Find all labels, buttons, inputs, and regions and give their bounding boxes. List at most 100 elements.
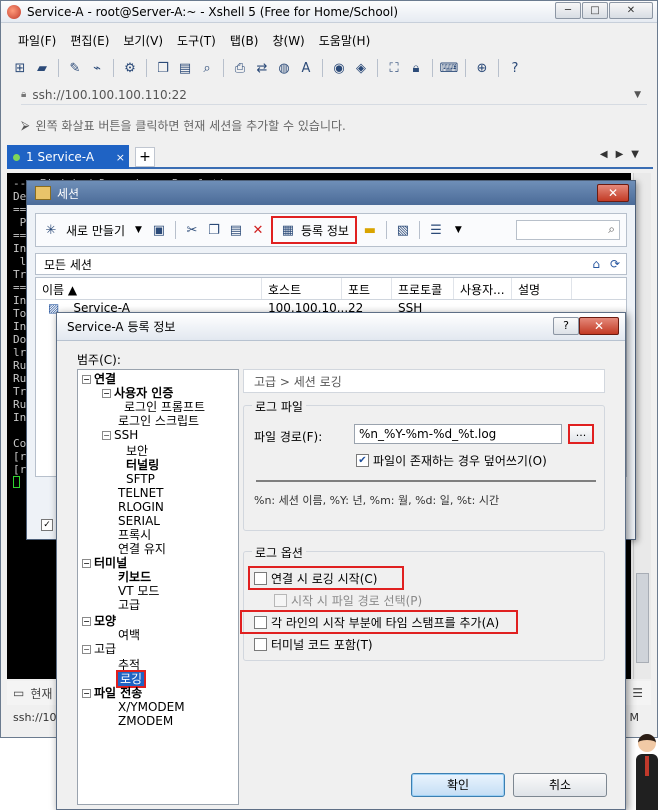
collapse-icon[interactable]: − xyxy=(82,559,91,568)
col-protocol[interactable]: 프로토콜 xyxy=(392,278,454,299)
browse-button[interactable]: ... xyxy=(568,424,594,444)
collapse-icon[interactable]: − xyxy=(102,431,111,440)
print-icon[interactable]: ⎙ xyxy=(231,59,249,77)
session-search-input[interactable]: ⌕ xyxy=(516,220,620,240)
connect-icon[interactable]: ✎ xyxy=(66,59,84,77)
script-icon[interactable]: ◈ xyxy=(352,59,370,77)
tree-item[interactable]: − 연결 xyxy=(82,372,116,386)
tree-item[interactable]: 키보드 xyxy=(118,570,151,584)
help-button[interactable]: ? xyxy=(553,317,579,335)
save-icon[interactable]: ▣ xyxy=(150,221,168,239)
menu-tools[interactable]: 도구(T) xyxy=(170,29,223,51)
tree-item[interactable]: SERIAL xyxy=(118,514,160,528)
properties-icon[interactable]: ⚙ xyxy=(121,59,139,77)
tree-item[interactable]: − 파일 전송 xyxy=(82,686,142,700)
collapse-icon[interactable]: − xyxy=(82,617,91,626)
tree-item-logging[interactable]: 로깅 xyxy=(115,670,147,688)
open-folder-icon[interactable]: ▰ xyxy=(33,59,51,77)
menu-edit[interactable]: 편집(E) xyxy=(63,29,116,51)
properties-close-button[interactable]: ✕ xyxy=(579,317,619,335)
tree-item[interactable]: 프록시 xyxy=(118,528,151,542)
globe-icon[interactable]: ◍ xyxy=(275,59,293,77)
tab-navigation[interactable]: ◀▶▼ xyxy=(600,149,647,160)
add-tab-button[interactable]: + xyxy=(135,147,155,167)
tree-item[interactable]: RLOGIN xyxy=(118,500,164,514)
col-description[interactable]: 설명 xyxy=(512,278,572,299)
close-button[interactable]: ✕ xyxy=(609,2,653,19)
paste-icon[interactable]: ▤ xyxy=(227,221,245,239)
menu-window[interactable]: 창(W) xyxy=(265,29,311,51)
new-session-button[interactable]: 새로 만들기 xyxy=(66,222,125,239)
collapse-icon[interactable]: − xyxy=(82,375,91,384)
menu-tab[interactable]: 탭(B) xyxy=(223,29,266,51)
minimize-button[interactable]: ─ xyxy=(555,2,581,19)
xftp-icon[interactable]: ◉ xyxy=(330,59,348,77)
col-user[interactable]: 사용자... xyxy=(454,278,512,299)
cancel-button[interactable]: 취소 xyxy=(513,773,607,797)
menu-view[interactable]: 보기(V) xyxy=(116,29,170,51)
view-icon[interactable]: ☰ xyxy=(427,221,445,239)
up-folder-icon[interactable]: ⌂ xyxy=(592,257,600,271)
delete-icon[interactable]: ✕ xyxy=(249,221,267,239)
cut-icon[interactable]: ✂ xyxy=(183,221,201,239)
session-dialog-close-button[interactable]: ✕ xyxy=(597,184,629,202)
copy-icon[interactable]: ❐ xyxy=(154,59,172,77)
tree-item[interactable]: TELNET xyxy=(118,486,164,500)
tree-item[interactable]: ZMODEM xyxy=(118,714,173,728)
tree-item[interactable]: 로그인 스크립트 xyxy=(118,414,199,428)
address-bar[interactable]: 🔒︎ ssh://100.100.100.110:22 ▼ xyxy=(21,85,647,105)
file-path-input[interactable]: %n_%Y-%m-%d_%t.log xyxy=(354,424,562,444)
keyboard-icon[interactable]: ⌨ xyxy=(440,59,459,77)
ok-button[interactable]: 확인 xyxy=(411,773,505,797)
tree-item[interactable]: X/YMODEM xyxy=(118,700,185,714)
tree-item[interactable]: 연결 유지 xyxy=(118,542,166,556)
add-tab-icon[interactable]: ⊕ xyxy=(473,59,491,77)
new-session-icon[interactable]: ✳ xyxy=(42,221,60,239)
tree-item[interactable]: − 터미널 xyxy=(82,556,127,570)
menu-icon[interactable]: ☰ xyxy=(632,686,643,700)
find-icon[interactable]: ⌕ xyxy=(198,59,216,77)
transfer-icon[interactable]: ⇄ xyxy=(253,59,271,77)
tree-item[interactable]: SFTP xyxy=(126,472,155,486)
new-session-icon[interactable]: ⊞ xyxy=(11,59,29,77)
tree-item[interactable]: 추적 xyxy=(118,658,140,672)
tree-item[interactable]: − SSH xyxy=(102,428,138,442)
scrollbar-thumb[interactable] xyxy=(636,573,649,663)
overwrite-option[interactable]: ✔ 파일이 존재하는 경우 덮어쓰기(O) xyxy=(356,452,547,469)
col-port[interactable]: 포트 xyxy=(342,278,392,299)
menu-file[interactable]: 파일(F) xyxy=(11,29,63,51)
help-icon[interactable]: ? xyxy=(506,59,524,77)
overwrite-checkbox[interactable]: ✔ xyxy=(356,454,369,467)
fullscreen-icon[interactable]: ⛶ xyxy=(385,59,403,77)
lock-icon[interactable]: 🔒︎ xyxy=(407,59,425,77)
arrow-icon[interactable]: ⮚ xyxy=(21,118,30,133)
tree-item[interactable]: 여백 xyxy=(118,628,140,642)
tree-item[interactable]: 고급 xyxy=(118,598,140,612)
disconnect-icon[interactable]: ⌁ xyxy=(88,59,106,77)
collapse-icon[interactable]: − xyxy=(82,645,91,654)
import-icon[interactable]: ▧ xyxy=(394,221,412,239)
col-name[interactable]: 이름 ▲ xyxy=(36,278,262,299)
tree-item[interactable]: − 고급 xyxy=(82,642,116,656)
terminal-code-checkbox[interactable] xyxy=(254,638,267,651)
tree-item[interactable]: 터널링 xyxy=(126,458,159,472)
tree-item[interactable]: 보안 xyxy=(126,444,148,458)
col-host[interactable]: 호스트 xyxy=(262,278,342,299)
folder-icon[interactable]: ▬ xyxy=(361,221,379,239)
show-on-startup-checkbox[interactable]: ✓ xyxy=(41,519,53,531)
refresh-icon[interactable]: ⟳ xyxy=(610,257,620,271)
maximize-button[interactable]: □ xyxy=(582,2,608,19)
chevron-down-icon[interactable]: ▼ xyxy=(455,225,462,235)
copy-icon[interactable]: ❐ xyxy=(205,221,223,239)
chevron-down-icon[interactable]: ▼ xyxy=(634,90,641,100)
collapse-icon[interactable]: − xyxy=(82,689,91,698)
tree-item[interactable]: 로그인 프롬프트 xyxy=(124,400,205,414)
chevron-down-icon[interactable]: ▼ xyxy=(135,225,142,235)
properties-button[interactable]: ▦ 등록 정보 xyxy=(270,216,357,244)
tab-service-a[interactable]: 1 Service-A × xyxy=(7,145,129,169)
paste-icon[interactable]: ▤ xyxy=(176,59,194,77)
menu-help[interactable]: 도움말(H) xyxy=(312,29,378,51)
tree-item[interactable]: − 모양 xyxy=(82,614,116,628)
font-icon[interactable]: A xyxy=(297,59,315,77)
tree-item[interactable]: VT 모드 xyxy=(118,584,159,598)
